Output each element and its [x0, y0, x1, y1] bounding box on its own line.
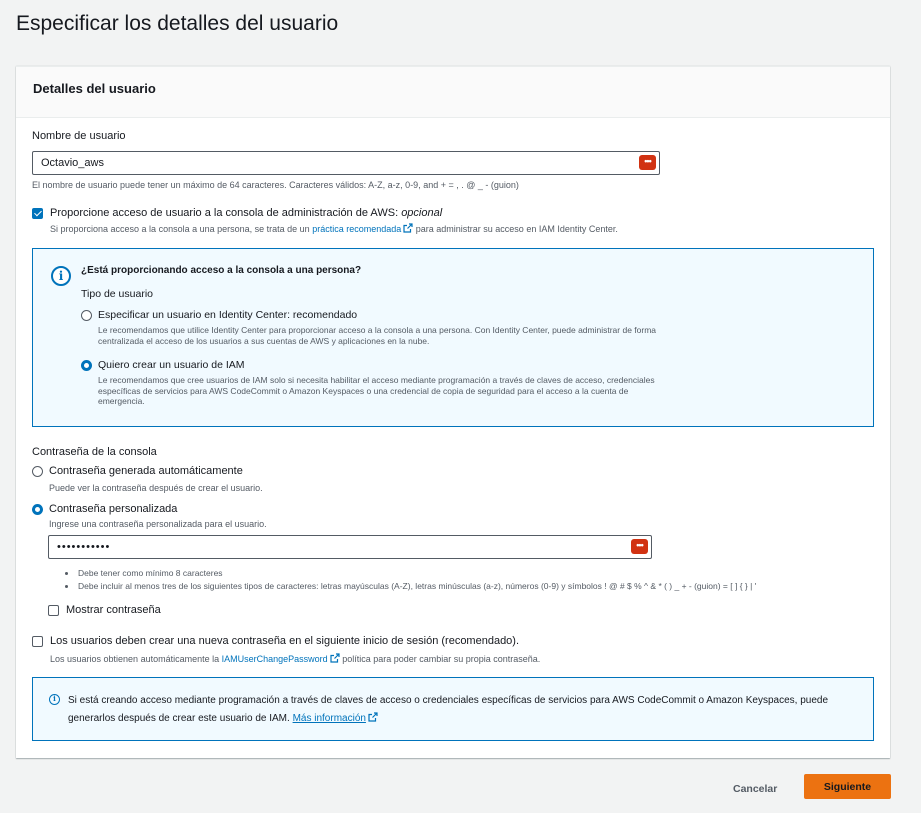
- iam-user-desc: Le recomendamos que cree usuarios de IAM…: [98, 375, 655, 406]
- custom-password-label[interactable]: Contraseña personalizada: [49, 503, 177, 515]
- password-rule: Debe incluir al menos tres de los siguie…: [62, 580, 756, 593]
- next-button[interactable]: Siguiente: [804, 774, 891, 799]
- username-label: Nombre de usuario: [32, 130, 126, 142]
- require-reset-checkbox[interactable]: [32, 636, 43, 647]
- autogenerated-password-desc: Puede ver la contraseña después de crear…: [49, 483, 263, 493]
- password-manager-icon[interactable]: •••: [631, 539, 648, 554]
- external-link-icon: [403, 223, 413, 233]
- iam-user-radio[interactable]: [81, 360, 92, 371]
- person-box-title: ¿Está proporcionando acceso a la consola…: [81, 265, 362, 276]
- programmatic-access-body: Si está creando acceso mediante programa…: [68, 695, 829, 724]
- best-practice-link[interactable]: práctica recomendada: [312, 224, 401, 234]
- more-info-link[interactable]: Más información: [293, 713, 366, 724]
- console-access-label-text: Proporcione acceso de usuario a la conso…: [50, 207, 399, 219]
- show-password-checkbox[interactable]: [48, 605, 59, 616]
- console-password-label: Contraseña de la consola: [32, 446, 157, 458]
- optional-tag: opcional: [401, 207, 443, 219]
- require-reset-label[interactable]: Los usuarios deben crear una nueva contr…: [50, 635, 519, 647]
- user-type-label: Tipo de usuario: [81, 288, 153, 300]
- password-manager-icon[interactable]: •••: [639, 155, 656, 170]
- console-access-desc-after: para administrar su acceso en IAM Identi…: [415, 224, 618, 234]
- iam-user-label[interactable]: Quiero crear un usuario de IAM: [98, 359, 245, 371]
- info-icon: i: [51, 266, 71, 286]
- cancel-button[interactable]: Cancelar: [725, 778, 785, 800]
- identity-center-desc: Le recomendamos que utilice Identity Cen…: [98, 325, 657, 346]
- page-title: Especificar los detalles del usuario: [16, 12, 339, 35]
- console-access-checkbox[interactable]: [32, 208, 43, 219]
- autogenerated-password-radio[interactable]: [32, 466, 43, 477]
- username-hint: El nombre de usuario puede tener un máxi…: [32, 180, 519, 190]
- iam-user-change-password-link[interactable]: IAMUserChangePassword: [222, 654, 328, 664]
- autogenerated-password-label[interactable]: Contraseña generada automáticamente: [49, 465, 243, 477]
- identity-center-label[interactable]: Especificar un usuario en Identity Cente…: [98, 309, 357, 321]
- identity-center-radio[interactable]: [81, 310, 92, 321]
- show-password-label[interactable]: Mostrar contraseña: [66, 604, 161, 616]
- console-access-desc-before: Si proporciona acceso a la consola a una…: [50, 224, 310, 234]
- require-reset-desc: Los usuarios obtienen automáticamente la…: [50, 653, 540, 664]
- custom-password-input[interactable]: [48, 535, 652, 559]
- password-rules-list: Debe tener como mínimo 8 caracteres Debe…: [62, 567, 756, 593]
- console-access-desc: Si proporciona acceso a la consola a una…: [50, 223, 618, 234]
- console-access-label[interactable]: Proporcione acceso de usuario a la conso…: [50, 207, 442, 219]
- info-icon: i: [49, 694, 60, 705]
- custom-password-desc: Ingrese una contraseña personalizada par…: [49, 519, 267, 529]
- panel-title: Detalles del usuario: [16, 67, 890, 118]
- username-input[interactable]: [32, 151, 660, 175]
- external-link-icon: [330, 653, 340, 663]
- require-reset-desc-after: política para poder cambiar su propia co…: [342, 654, 541, 664]
- password-rule: Debe tener como mínimo 8 caracteres: [62, 567, 756, 580]
- external-link-icon: [368, 712, 378, 722]
- require-reset-desc-before: Los usuarios obtienen automáticamente la: [50, 654, 220, 664]
- custom-password-radio[interactable]: [32, 504, 43, 515]
- programmatic-access-text: Si está creando acceso mediante programa…: [68, 692, 848, 728]
